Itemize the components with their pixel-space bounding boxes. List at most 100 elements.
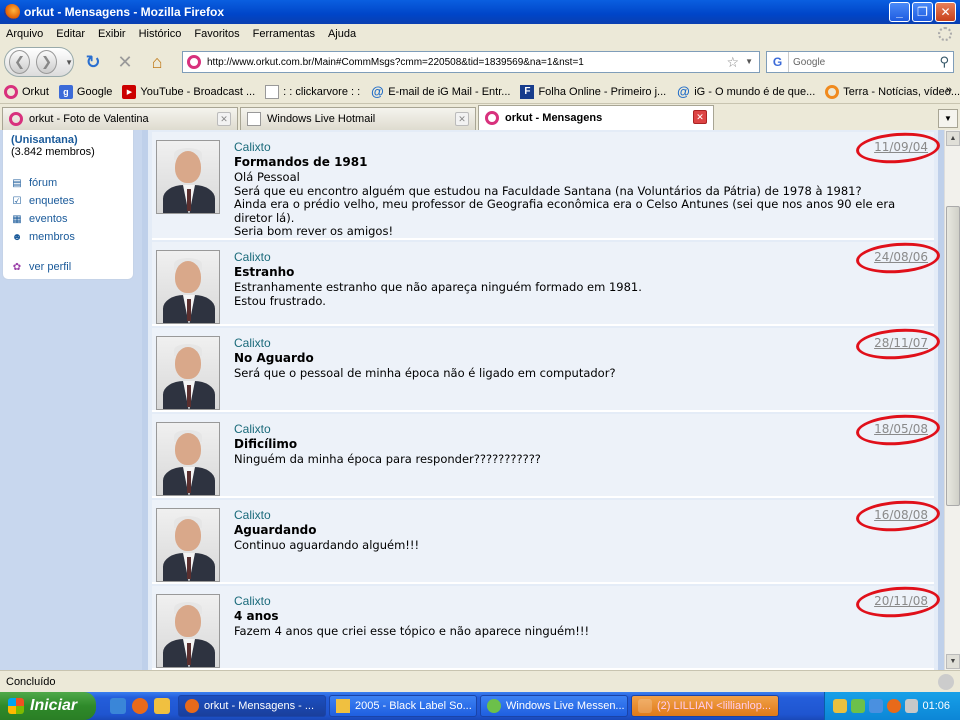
scroll-up-icon[interactable]: ▲ <box>946 131 960 146</box>
search-icon[interactable]: ⚲ <box>939 54 949 70</box>
bookmark-clickarvore[interactable]: : : clickarvore : : <box>265 84 361 99</box>
message-body: Será que o pessoal de minha época não é … <box>234 366 924 381</box>
tray-icon[interactable] <box>868 699 883 713</box>
message-author[interactable]: Calixto <box>234 508 271 522</box>
bookmark-label: : : clickarvore : : <box>283 85 361 98</box>
bookmark-ig[interactable]: @ iG - O mundo é de que... <box>676 84 815 99</box>
taskbar-item-folder[interactable]: 2005 - Black Label So... <box>329 695 477 717</box>
minimize-button[interactable]: _ <box>889 2 910 22</box>
start-button[interactable]: Iniciar <box>0 692 96 720</box>
close-tab-icon[interactable]: ✕ <box>217 112 231 126</box>
taskbar-item-chat[interactable]: (2) LILLIAN <lillianlop... <box>631 695 779 717</box>
scroll-down-icon[interactable]: ▼ <box>946 654 960 669</box>
ie-icon[interactable] <box>110 698 126 714</box>
taskbar-item-firefox[interactable]: orkut - Mensagens - ... <box>178 695 326 717</box>
menu-favoritos[interactable]: Favoritos <box>194 28 239 40</box>
addon-status-icon[interactable] <box>938 674 954 690</box>
back-button[interactable]: ❮ <box>9 50 31 74</box>
menu-exibir[interactable]: Exibir <box>98 28 126 40</box>
tray-icon[interactable] <box>833 699 847 713</box>
message-author[interactable]: Calixto <box>234 250 271 264</box>
bookmark-label: Folha Online - Primeiro j... <box>538 85 667 98</box>
menu-ferramentas[interactable]: Ferramentas <box>253 28 315 40</box>
tab-strip: orkut - Foto de Valentina ✕ Windows Live… <box>0 104 960 130</box>
menu-bar: Arquivo Editar Exibir Histórico Favorito… <box>0 24 960 44</box>
bookmark-orkut[interactable]: Orkut <box>4 84 49 99</box>
tab-hotmail[interactable]: Windows Live Hotmail ✕ <box>240 107 476 130</box>
address-bar[interactable]: http://www.orkut.com.br/Main#CommMsgs?cm… <box>182 51 760 73</box>
tab-list-dropdown-icon[interactable]: ▼ <box>938 109 958 128</box>
tab-label: Windows Live Hotmail <box>267 113 376 125</box>
bookmark-youtube[interactable]: ▶ YouTube - Broadcast ... <box>122 84 255 99</box>
bookmark-terra[interactable]: Terra - Notícias, vídeo... <box>825 84 960 99</box>
bookmark-label: Google <box>76 85 113 98</box>
menu-ajuda[interactable]: Ajuda <box>328 28 356 40</box>
message-subject: Dificílimo <box>234 437 298 451</box>
author-avatar[interactable] <box>156 594 220 668</box>
members-icon: ☻ <box>11 231 23 243</box>
bookmark-star-icon[interactable]: ☆ <box>726 54 739 71</box>
firefox-quicklaunch-icon[interactable] <box>132 698 148 714</box>
sidebar-item-membros[interactable]: ☻ membros <box>11 228 125 246</box>
volume-icon[interactable] <box>904 699 919 713</box>
orkut-icon <box>485 111 499 125</box>
author-avatar[interactable] <box>156 140 220 214</box>
search-input[interactable]: Google <box>793 57 825 68</box>
author-avatar[interactable] <box>156 250 220 324</box>
message-author[interactable]: Calixto <box>234 140 271 154</box>
url-dropdown-icon[interactable]: ▼ <box>745 57 753 66</box>
message-line: Seria bom rever os amigos! <box>234 224 394 238</box>
bookmark-ig-mail[interactable]: @ E-mail de iG Mail - Entr... <box>370 84 511 99</box>
orkut-icon <box>9 112 23 126</box>
message-body: Ninguém da minha época para responder???… <box>234 452 924 467</box>
taskbar-item-messenger[interactable]: Windows Live Messen... <box>480 695 628 717</box>
bookmarks-overflow-button[interactable]: » <box>946 84 952 96</box>
google-engine-icon[interactable]: G <box>767 52 789 72</box>
chat-icon <box>638 699 652 713</box>
bookmark-folha[interactable]: F Folha Online - Primeiro j... <box>520 84 667 99</box>
tray-icon[interactable] <box>886 699 901 713</box>
close-tab-icon[interactable]: ✕ <box>455 112 469 126</box>
menu-editar[interactable]: Editar <box>56 28 85 40</box>
ig-icon: @ <box>370 84 384 99</box>
author-avatar[interactable] <box>156 508 220 582</box>
sidebar-item-ver-perfil[interactable]: ✿ ver perfil <box>11 258 125 276</box>
message-author[interactable]: Calixto <box>234 336 271 350</box>
firefox-icon <box>185 699 199 713</box>
message-item: Calixto Formandos de 1981 Olá Pessoal Se… <box>152 130 941 240</box>
window-title: orkut - Mensagens - Mozilla Firefox <box>24 5 225 19</box>
red-highlight-circle <box>855 326 941 362</box>
author-avatar[interactable] <box>156 422 220 496</box>
forward-button[interactable]: ❯ <box>36 50 58 74</box>
tray-icon[interactable] <box>850 699 865 713</box>
bookmark-google[interactable]: g Google <box>58 84 113 99</box>
bookmark-label: Terra - Notícias, vídeo... <box>843 85 960 98</box>
reload-button[interactable]: ↻ <box>80 49 106 75</box>
back-forward-group: ❮ ❯ ▼ <box>4 47 74 77</box>
search-box[interactable]: G Google ⚲ <box>766 51 954 73</box>
author-avatar[interactable] <box>156 336 220 410</box>
window-controls: _ ❐ ✕ <box>889 2 956 22</box>
message-line: Será que eu encontro alguém que estudou … <box>234 183 862 198</box>
menu-historico[interactable]: Histórico <box>139 28 182 40</box>
tab-foto-valentina[interactable]: orkut - Foto de Valentina ✕ <box>2 107 238 130</box>
sidebar-item-enquetes[interactable]: ☑ enquetes <box>11 192 125 210</box>
folder-icon <box>336 699 350 713</box>
history-dropdown-icon[interactable]: ▼ <box>65 58 73 67</box>
sidebar-item-forum[interactable]: ▤ fórum <box>11 174 125 192</box>
close-window-button[interactable]: ✕ <box>935 2 956 22</box>
stop-button[interactable]: ✕ <box>112 49 138 75</box>
message-author[interactable]: Calixto <box>234 594 271 608</box>
home-button[interactable]: ⌂ <box>144 49 170 75</box>
community-name[interactable]: (Unisantana) <box>11 134 125 146</box>
maximize-button[interactable]: ❐ <box>912 2 933 22</box>
orkut-icon <box>4 84 18 99</box>
close-tab-icon[interactable]: ✕ <box>693 110 707 124</box>
scroll-thumb[interactable] <box>946 206 960 506</box>
vertical-scrollbar[interactable]: ▲ ▼ <box>944 130 960 670</box>
sidebar-item-eventos[interactable]: ▦ eventos <box>11 210 125 228</box>
tab-mensagens[interactable]: orkut - Mensagens ✕ <box>478 105 714 130</box>
folder-icon[interactable] <box>154 698 170 714</box>
menu-arquivo[interactable]: Arquivo <box>6 28 43 40</box>
message-author[interactable]: Calixto <box>234 422 271 436</box>
